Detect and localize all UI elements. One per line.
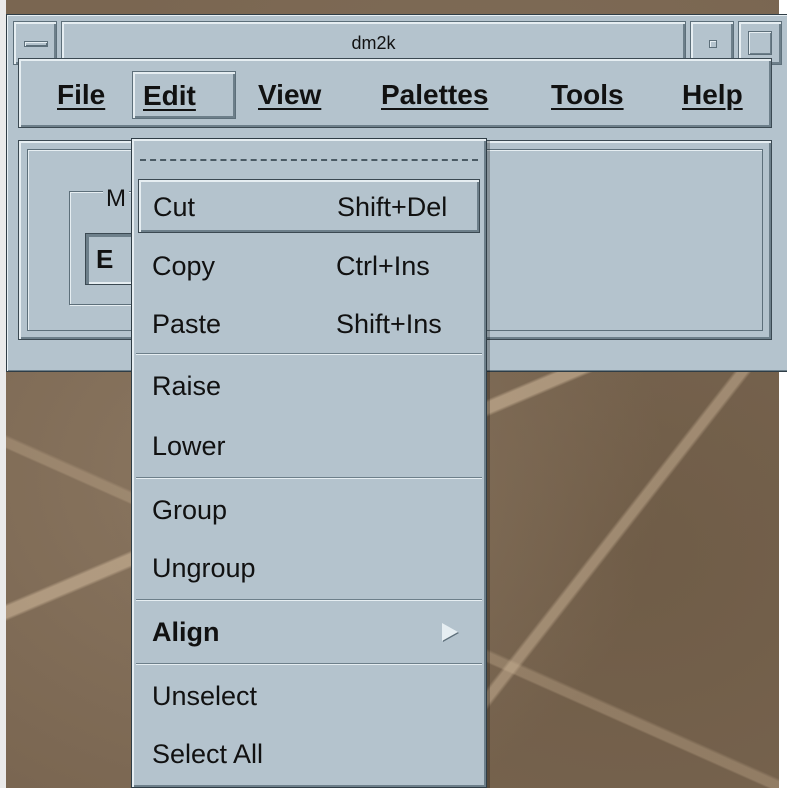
menu-separator <box>136 477 482 479</box>
menu-edit-label: Edit <box>143 80 196 111</box>
menu-view-label: View <box>258 79 322 110</box>
submenu-arrow-icon <box>442 623 458 641</box>
menu-palettes-label: Palettes <box>381 79 489 110</box>
edit-menu-dropdown: Cut Shift+Del Copy Ctrl+Ins Paste Shift+… <box>131 138 487 788</box>
menu-item-cut-accelerator: Shift+Del <box>337 192 448 222</box>
mode-group-label: M <box>103 185 129 213</box>
menu-item-lower[interactable]: Lower <box>138 419 480 473</box>
menu-item-raise[interactable]: Raise <box>138 359 480 413</box>
menu-item-unselect[interactable]: Unselect <box>138 669 480 723</box>
menu-tools-label: Tools <box>551 79 624 110</box>
menu-separator <box>136 353 482 355</box>
menu-tools[interactable]: Tools <box>541 71 634 119</box>
menu-help[interactable]: Help <box>672 71 753 119</box>
menu-item-unselect-label: Unselect <box>152 681 258 711</box>
menu-item-copy-accelerator: Ctrl+Ins <box>336 251 430 281</box>
menu-item-copy[interactable]: Copy Ctrl+Ins <box>138 239 480 293</box>
menu-item-group-label: Group <box>152 495 228 525</box>
menu-item-group[interactable]: Group <box>138 483 480 537</box>
menu-item-select-all-label: Select All <box>152 739 264 769</box>
menu-palettes[interactable]: Palettes <box>371 71 498 119</box>
menu-file[interactable]: File <box>47 71 115 119</box>
menu-item-ungroup-label: Ungroup <box>152 553 256 583</box>
menu-item-paste-label: Paste <box>152 309 222 339</box>
menu-item-raise-label: Raise <box>152 371 222 401</box>
menu-item-lower-label: Lower <box>152 431 226 461</box>
menu-item-copy-label: Copy <box>152 251 216 281</box>
menu-help-label: Help <box>682 79 743 110</box>
menu-item-paste-accelerator: Shift+Ins <box>336 309 442 339</box>
menu-separator <box>136 663 482 665</box>
menu-item-align-label: Align <box>152 617 220 647</box>
menu-item-cut[interactable]: Cut Shift+Del <box>138 179 480 233</box>
menu-file-label: File <box>57 79 106 110</box>
menu-bar: File Edit View Palettes Tools Help <box>18 58 772 128</box>
menu-item-align[interactable]: Align <box>138 605 480 659</box>
menu-edit[interactable]: Edit <box>132 71 236 119</box>
menu-separator <box>136 599 482 601</box>
menu-item-select-all[interactable]: Select All <box>138 727 480 781</box>
menu-item-paste[interactable]: Paste Shift+Ins <box>138 297 480 351</box>
menu-view[interactable]: View <box>248 71 331 119</box>
menu-item-ungroup[interactable]: Ungroup <box>138 541 480 595</box>
menu-item-cut-label: Cut <box>153 192 196 222</box>
tear-off-line[interactable] <box>140 159 478 161</box>
